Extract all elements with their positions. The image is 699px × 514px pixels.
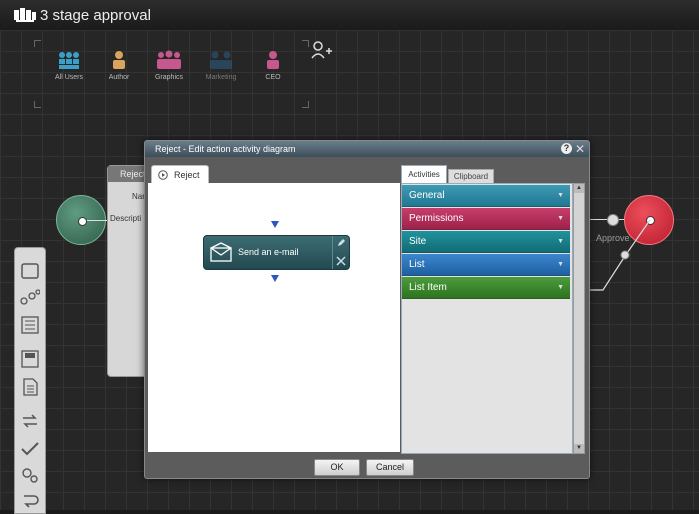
tool-settings[interactable]	[18, 464, 42, 486]
group-icon	[59, 52, 79, 69]
delete-icon[interactable]	[336, 256, 346, 266]
tool-palette	[14, 247, 46, 514]
tab-clipboard[interactable]: Clipboard	[448, 169, 494, 184]
category-list-item[interactable]: List Item ▼	[402, 277, 570, 299]
gear-icon	[22, 468, 38, 483]
category-label: Site	[409, 236, 427, 247]
action-controls	[332, 236, 349, 269]
loop-icon	[23, 414, 37, 428]
drop-arrow-icon	[271, 275, 279, 282]
group-icon	[157, 50, 181, 69]
tab-activities[interactable]: Activities	[401, 165, 447, 184]
close-icon[interactable]: ✕	[575, 141, 585, 157]
chevron-down-icon: ▼	[557, 284, 564, 291]
workflow-title: 3 stage approval	[40, 7, 151, 24]
scroll-down-icon[interactable]: ▼	[574, 444, 584, 453]
tool-document[interactable]	[18, 376, 42, 398]
tool-approve[interactable]	[18, 438, 42, 460]
participants-group: All Users Author Graphics Marketing CEO	[34, 40, 309, 108]
description-label: Descripti	[110, 214, 142, 223]
name-label: Nar	[132, 192, 145, 201]
category-label: General	[409, 190, 445, 201]
participant-marketing[interactable]: Marketing	[196, 50, 246, 81]
tool-rectangle[interactable]	[18, 260, 42, 282]
participant-author[interactable]: Author	[94, 50, 144, 81]
category-general[interactable]: General ▼	[402, 185, 570, 207]
scroll-up-icon[interactable]: ▲	[574, 184, 584, 193]
chevron-down-icon: ▼	[557, 192, 564, 199]
arrow-marker-icon	[607, 214, 619, 226]
tool-connector[interactable]	[18, 286, 42, 308]
chevron-down-icon: ▼	[557, 215, 564, 222]
activities-scrollbar[interactable]: ▲ ▼	[573, 183, 585, 454]
app-logo-icon	[14, 8, 36, 22]
corner-marker	[34, 101, 41, 108]
chevron-down-icon: ▼	[557, 261, 564, 268]
envelope-icon	[210, 242, 232, 262]
tool-loop[interactable]	[18, 410, 42, 432]
group-icon	[210, 51, 232, 69]
save-icon	[21, 350, 39, 368]
corner-marker	[302, 101, 309, 108]
tool-form[interactable]	[18, 314, 42, 336]
panel-header: Reject	[108, 166, 148, 182]
document-icon	[23, 378, 38, 396]
tool-save[interactable]	[18, 348, 42, 370]
participant-all-users[interactable]: All Users	[44, 50, 94, 81]
edit-action-dialog: Reject - Edit action activity diagram ? …	[144, 140, 590, 479]
person-icon	[267, 51, 279, 69]
connector-handle[interactable]	[78, 217, 87, 226]
help-icon[interactable]: ?	[561, 143, 572, 154]
category-label: Permissions	[409, 213, 464, 224]
participant-label: Marketing	[205, 74, 237, 81]
tab-reject[interactable]: Reject	[151, 165, 209, 183]
participant-ceo[interactable]: CEO	[248, 50, 298, 81]
connector-icon	[20, 289, 40, 305]
dialog-title: Reject - Edit action activity diagram	[145, 141, 589, 157]
play-circle-icon	[158, 170, 168, 180]
rectangle-icon	[21, 263, 39, 279]
background-properties-panel: Reject Nar Descripti	[107, 165, 149, 377]
form-icon	[21, 316, 39, 334]
activities-list: General ▼ Permissions ▼ Site ▼ List ▼ List I…	[401, 183, 573, 454]
corner-marker	[34, 40, 41, 47]
add-user-icon[interactable]	[310, 40, 332, 60]
action-label: Send an e-mail	[238, 247, 299, 257]
design-pane: Reject Send an e-mail	[148, 165, 400, 452]
cancel-button[interactable]: Cancel	[366, 459, 414, 476]
activities-pane: Activities Clipboard General ▼ Permission…	[399, 165, 585, 454]
participant-label: CEO	[265, 74, 281, 81]
participant-label: All Users	[54, 74, 83, 81]
return-icon	[24, 495, 39, 508]
chevron-down-icon: ▼	[557, 238, 564, 245]
app-header: 3 stage approval	[0, 0, 699, 31]
category-site[interactable]: Site ▼	[402, 231, 570, 253]
category-label: List	[409, 259, 425, 270]
checkmark-icon	[21, 442, 39, 456]
tab-label: Reject	[174, 170, 200, 180]
category-list[interactable]: List ▼	[402, 254, 570, 276]
approve-label: Approve	[596, 233, 630, 243]
drop-arrow-icon	[271, 221, 279, 228]
category-label: List Item	[409, 282, 447, 293]
corner-marker	[302, 40, 309, 47]
participant-graphics[interactable]: Graphics	[144, 50, 194, 81]
category-permissions[interactable]: Permissions ▼	[402, 208, 570, 230]
send-email-action[interactable]: Send an e-mail	[203, 235, 350, 270]
design-surface[interactable]: Send an e-mail	[148, 183, 400, 452]
pencil-icon[interactable]	[336, 238, 346, 248]
connector-handle[interactable]	[646, 216, 655, 225]
person-icon	[113, 51, 125, 69]
participant-label: Author	[108, 74, 130, 81]
ok-button[interactable]: OK	[314, 459, 360, 476]
participant-label: Graphics	[154, 74, 183, 81]
tool-return[interactable]	[18, 490, 42, 512]
